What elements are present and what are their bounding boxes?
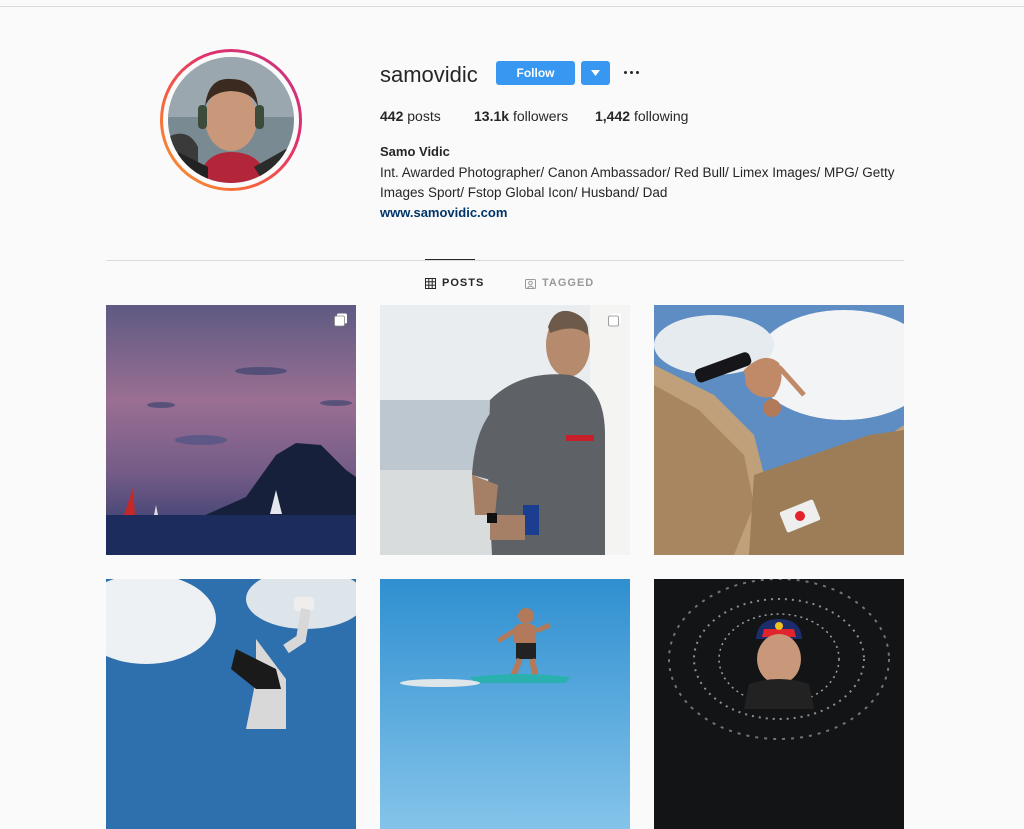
more-options-dot <box>629 70 633 74</box>
chevron-down-icon <box>591 70 600 76</box>
following-label: following <box>633 108 689 124</box>
suggestions-dropdown-button[interactable] <box>581 61 610 85</box>
tab-posts-label: POSTS <box>442 277 485 289</box>
website-link[interactable]: www.samovidic.com <box>380 205 507 220</box>
post-thumbnail[interactable] <box>106 579 356 829</box>
carousel-icon <box>334 313 347 327</box>
more-options-icon <box>623 70 627 74</box>
post-thumbnail[interactable] <box>654 305 904 555</box>
followers-label: followers <box>512 108 569 124</box>
username: samovidic <box>380 62 478 87</box>
posts-count: 442 <box>380 108 404 124</box>
grid-icon <box>425 277 436 289</box>
post-image-sunset-sailboats <box>106 305 356 555</box>
follow-button[interactable]: Follow <box>496 61 575 85</box>
posts-stat: 442 posts <box>380 108 441 124</box>
bio-text: Int. Awarded Photographer/ Canon Ambassa… <box>380 165 895 200</box>
post-image-foil-surfer <box>380 579 630 829</box>
following-stat[interactable]: 1,442 following <box>595 108 688 124</box>
post-image-sailor-portrait <box>380 305 630 555</box>
tagged-icon <box>525 278 536 289</box>
tabs-divider <box>106 260 904 261</box>
tab-tagged-label: TAGGED <box>542 277 595 289</box>
followers-stat[interactable]: 13.1k followers <box>474 108 568 124</box>
more-options-dot <box>635 70 639 74</box>
more-options-button[interactable] <box>622 64 640 80</box>
top-divider <box>0 6 1024 7</box>
carousel-icon <box>608 313 621 327</box>
posts-label: posts <box>407 108 441 124</box>
tab-tagged[interactable]: TAGGED <box>525 277 594 289</box>
following-count: 1,442 <box>595 108 631 124</box>
avatar-photo <box>168 57 294 183</box>
post-thumbnail[interactable] <box>380 305 630 555</box>
post-image-water-splash-athlete <box>654 579 904 829</box>
profile-avatar[interactable] <box>160 49 302 191</box>
full-name: Samo Vidic <box>380 144 450 159</box>
post-image-breakdancer-sky <box>106 579 356 829</box>
post-thumbnail[interactable] <box>654 579 904 829</box>
post-thumbnail[interactable] <box>106 305 356 555</box>
tab-posts[interactable]: POSTS <box>425 277 484 289</box>
active-tab-indicator <box>425 259 475 260</box>
followers-count: 13.1k <box>474 108 510 124</box>
post-image-backflip-wall <box>654 305 904 555</box>
post-thumbnail[interactable] <box>380 579 630 829</box>
